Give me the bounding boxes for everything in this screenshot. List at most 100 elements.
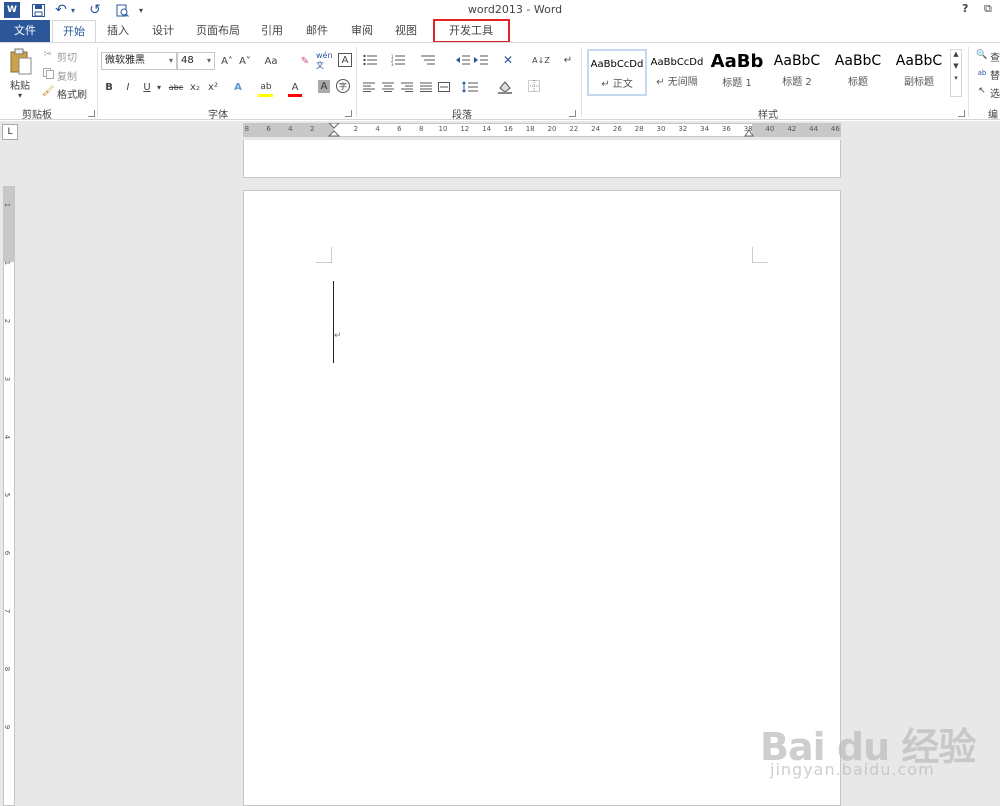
show-hide-marks-button[interactable]: ↵	[561, 52, 575, 68]
styles-launcher-icon[interactable]	[958, 110, 965, 117]
strikethrough-button[interactable]: abc	[167, 80, 185, 94]
right-indent-marker-icon[interactable]	[744, 128, 754, 137]
grow-font-button[interactable]: A˄	[220, 53, 234, 69]
ruler-number: 28	[634, 125, 644, 133]
phonetic-guide-button[interactable]: wén 文	[316, 51, 334, 71]
tab-home[interactable]: 开始	[52, 20, 96, 43]
select-icon[interactable]: ↖	[976, 85, 988, 97]
cut-icon[interactable]: ✂	[42, 48, 54, 60]
group-divider	[581, 47, 582, 117]
highlight-button[interactable]: ab	[258, 79, 274, 95]
tab-design[interactable]: 设计	[142, 20, 184, 42]
paste-dropdown-icon[interactable]: ▾	[18, 91, 22, 100]
clipboard-launcher-icon[interactable]	[88, 110, 95, 117]
numbering-icon[interactable]: 123	[390, 53, 406, 67]
font-launcher-icon[interactable]	[345, 110, 352, 117]
character-border-button[interactable]: A	[338, 53, 352, 67]
styles-gallery-scroll[interactable]: ▲ ▼ ▾	[950, 49, 962, 97]
font-color-button[interactable]: A	[288, 79, 302, 95]
change-case-button[interactable]: Aa	[260, 53, 282, 69]
ribbon-display-options-button[interactable]: ⧉	[984, 2, 992, 16]
style-title[interactable]: AaBbC 标题	[828, 49, 888, 96]
select-button[interactable]: 选	[990, 85, 1000, 100]
font-size-combo[interactable]: 48 ▾	[177, 52, 215, 70]
style-subtitle[interactable]: AaBbC 副标题	[889, 49, 949, 96]
tab-references[interactable]: 引用	[252, 20, 292, 42]
ruler-number: 34	[700, 125, 710, 133]
tab-review[interactable]: 审阅	[342, 20, 382, 42]
indent-marker-icon[interactable]	[328, 123, 340, 137]
align-center-icon[interactable]	[381, 80, 395, 94]
save-icon[interactable]	[30, 2, 46, 18]
document-page[interactable]: ↵	[243, 190, 841, 806]
justify-icon[interactable]	[419, 80, 433, 94]
align-left-icon[interactable]	[362, 80, 376, 94]
vertical-ruler[interactable]: 1 1 2 3 4 5 6 7 8 9	[3, 186, 15, 806]
tab-file[interactable]: 文件	[0, 20, 50, 42]
scroll-up-icon[interactable]: ▲	[951, 50, 961, 58]
highlight-color-bar	[258, 94, 273, 97]
align-right-icon[interactable]	[400, 80, 414, 94]
chinese-layout-icon[interactable]: ✕	[499, 52, 517, 68]
tab-insert[interactable]: 插入	[98, 20, 138, 42]
ruler-number: 26	[612, 125, 622, 133]
ruler-number: 32	[678, 125, 688, 133]
ruler-number: 12	[460, 125, 470, 133]
more-styles-icon[interactable]: ▾	[951, 74, 961, 82]
copy-button[interactable]: 复制	[57, 68, 77, 83]
tab-page-layout[interactable]: 页面布局	[190, 20, 246, 42]
tab-selector[interactable]: L	[2, 124, 18, 140]
redo-icon[interactable]: ↺	[88, 2, 102, 18]
undo-icon[interactable]: ↶	[54, 2, 68, 18]
tab-view[interactable]: 视图	[386, 20, 426, 42]
style-no-spacing[interactable]: AaBbCcDd ↵ 无间隔	[647, 49, 707, 96]
find-button[interactable]: 查	[990, 49, 1000, 64]
text-effects-button[interactable]: A	[230, 79, 246, 95]
underline-dropdown-icon[interactable]: ▾	[155, 80, 163, 94]
shrink-font-button[interactable]: A˅	[238, 53, 252, 69]
italic-button[interactable]: I	[122, 80, 134, 94]
line-spacing-icon[interactable]	[461, 79, 479, 95]
paragraph-launcher-icon[interactable]	[569, 110, 576, 117]
subscript-button[interactable]: x₂	[188, 80, 202, 94]
format-painter-icon[interactable]: 🖌	[42, 85, 55, 97]
print-preview-icon[interactable]	[114, 2, 130, 18]
find-icon[interactable]: 🔍	[976, 49, 988, 61]
tab-mailings[interactable]: 邮件	[297, 20, 337, 42]
underline-button[interactable]: U	[141, 80, 153, 94]
ruler-number: 22	[569, 125, 579, 133]
increase-indent-icon[interactable]	[473, 53, 489, 67]
multilevel-list-icon[interactable]	[420, 53, 436, 67]
help-button[interactable]: ?	[962, 2, 968, 15]
paste-icon[interactable]	[8, 47, 34, 77]
customize-qat-icon[interactable]: ▾	[136, 2, 146, 18]
replace-icon[interactable]: ab	[976, 67, 988, 79]
character-shading-button[interactable]: A	[318, 80, 330, 93]
paragraph-shading-icon[interactable]	[497, 79, 513, 95]
style-sample: AaBbCcDd	[650, 57, 704, 68]
style-sample: AaBbC	[834, 53, 882, 69]
style-normal[interactable]: AaBbCcDd ↵ 正文	[587, 49, 647, 96]
previous-page-bottom	[243, 140, 841, 178]
horizontal-ruler[interactable]: 8 6 4 2 2 4 6 8 10 12 14 16 18 20 22 24 26 28 30 32 34 36 38 40…	[243, 123, 841, 137]
distributed-icon[interactable]	[437, 80, 451, 94]
copy-icon[interactable]	[42, 67, 54, 79]
borders-icon[interactable]	[527, 79, 541, 93]
paste-button[interactable]: 粘贴	[10, 77, 30, 92]
font-family-combo[interactable]: 微软雅黑 ▾	[101, 52, 177, 70]
superscript-button[interactable]: x²	[206, 80, 220, 94]
bullets-icon[interactable]	[362, 53, 378, 67]
clear-formatting-icon[interactable]: ✎	[298, 53, 312, 69]
style-heading-1[interactable]: AaBb 标题 1	[707, 49, 767, 96]
ruler-number: 18	[525, 125, 535, 133]
cut-button[interactable]: 剪切	[57, 49, 77, 64]
undo-dropdown-icon[interactable]: ▾	[68, 2, 78, 18]
replace-button[interactable]: 替	[990, 67, 1000, 82]
format-painter-button[interactable]: 格式刷	[57, 86, 87, 101]
style-heading-2[interactable]: AaBbC 标题 2	[767, 49, 827, 96]
bold-button[interactable]: B	[103, 80, 115, 94]
sort-button[interactable]: A↓Z	[532, 52, 550, 68]
enclose-characters-button[interactable]: 字	[336, 79, 350, 93]
scroll-down-icon[interactable]: ▼	[951, 62, 961, 70]
decrease-indent-icon[interactable]	[455, 53, 471, 67]
